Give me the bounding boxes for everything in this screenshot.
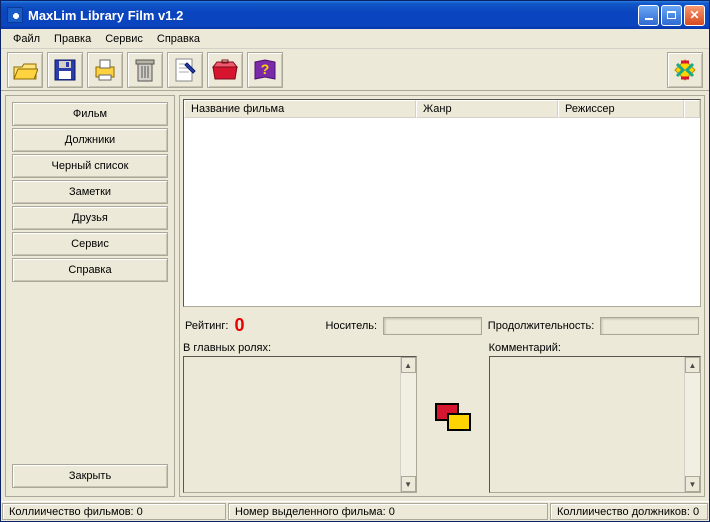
app-icon xyxy=(7,7,23,23)
col-spacer xyxy=(684,100,700,118)
menu-file[interactable]: Файл xyxy=(7,31,46,47)
scroll-up-icon[interactable]: ▲ xyxy=(685,357,700,373)
col-title[interactable]: Название фильма xyxy=(184,100,416,118)
status-debtors: Коллиичество должников: 0 xyxy=(550,503,708,520)
film-grid[interactable]: Название фильма Жанр Режиссер xyxy=(183,99,701,307)
cast-textarea[interactable]: ▲ ▼ xyxy=(183,356,417,493)
info-row: Рейтинг: 0 Носитель: Продолжительность: xyxy=(183,315,701,336)
delete-button[interactable] xyxy=(127,52,163,88)
close-app-button[interactable]: Закрыть xyxy=(12,464,168,488)
sidebar-item-blacklist[interactable]: Черный список xyxy=(12,154,168,178)
rating-value: 0 xyxy=(234,315,284,336)
toolbox-button[interactable] xyxy=(207,52,243,88)
rating-label: Рейтинг: xyxy=(185,320,228,332)
sidebar-item-service[interactable]: Сервис xyxy=(12,232,168,256)
toolbar: ? xyxy=(1,49,709,91)
statusbar: Коллиичество фильмов: 0 Номер выделенног… xyxy=(1,501,709,521)
grid-body[interactable] xyxy=(184,118,700,306)
sidebar-item-friends[interactable]: Друзья xyxy=(12,206,168,230)
cast-label: В главных ролях: xyxy=(183,342,417,354)
comment-label: Комментарий: xyxy=(489,342,701,354)
duration-label: Продолжительность: xyxy=(488,320,594,332)
logo-button[interactable] xyxy=(667,52,703,88)
bottom-row: В главных ролях: ▲ ▼ Комментарий: xyxy=(183,342,701,493)
status-films: Коллиичество фильмов: 0 xyxy=(2,503,226,520)
main-panel: Название фильма Жанр Режиссер Рейтинг: 0… xyxy=(179,95,705,497)
sidebar-item-help[interactable]: Справка xyxy=(12,258,168,282)
menu-edit[interactable]: Правка xyxy=(48,31,97,47)
trash-icon xyxy=(134,57,156,83)
sidebar-item-film[interactable]: Фильм xyxy=(12,102,168,126)
window-buttons xyxy=(638,5,705,26)
save-button[interactable] xyxy=(47,52,83,88)
scroll-up-icon[interactable]: ▲ xyxy=(401,357,416,373)
film-clip-icon xyxy=(433,401,473,435)
folder-open-icon xyxy=(12,59,38,81)
printer-icon xyxy=(92,58,118,82)
titlebar: MaxLim Library Film v1.2 xyxy=(1,1,709,29)
window-title: MaxLim Library Film v1.2 xyxy=(28,8,638,23)
sidebar: Фильм Должники Черный список Заметки Дру… xyxy=(5,95,175,497)
scroll-down-icon[interactable]: ▼ xyxy=(685,476,700,492)
sidebar-item-notes[interactable]: Заметки xyxy=(12,180,168,204)
floppy-icon xyxy=(53,58,77,82)
help-button[interactable]: ? xyxy=(247,52,283,88)
status-selected: Номер выделенного фильма: 0 xyxy=(228,503,548,520)
menu-help[interactable]: Справка xyxy=(151,31,206,47)
notepad-icon xyxy=(173,57,197,83)
scrollbar[interactable]: ▲ ▼ xyxy=(400,357,416,492)
media-field xyxy=(383,317,482,335)
grid-header: Название фильма Жанр Режиссер xyxy=(184,100,700,118)
minimize-button[interactable] xyxy=(638,5,659,26)
toolbox-icon xyxy=(211,59,239,81)
maximize-button[interactable] xyxy=(661,5,682,26)
edit-button[interactable] xyxy=(167,52,203,88)
scroll-down-icon[interactable]: ▼ xyxy=(401,476,416,492)
sidebar-item-debtors[interactable]: Должники xyxy=(12,128,168,152)
comment-textarea[interactable]: ▲ ▼ xyxy=(489,356,701,493)
menubar: Файл Правка Сервис Справка xyxy=(1,29,709,49)
col-genre[interactable]: Жанр xyxy=(416,100,558,118)
print-button[interactable] xyxy=(87,52,123,88)
col-director[interactable]: Режиссер xyxy=(558,100,684,118)
duration-field xyxy=(600,317,699,335)
media-label: Носитель: xyxy=(325,320,377,332)
menu-service[interactable]: Сервис xyxy=(99,31,149,47)
close-button[interactable] xyxy=(684,5,705,26)
body: Фильм Должники Черный список Заметки Дру… xyxy=(1,91,709,501)
logo-icon xyxy=(671,56,699,84)
help-book-icon: ? xyxy=(252,58,278,82)
svg-text:?: ? xyxy=(261,61,270,77)
open-button[interactable] xyxy=(7,52,43,88)
scrollbar[interactable]: ▲ ▼ xyxy=(684,357,700,492)
